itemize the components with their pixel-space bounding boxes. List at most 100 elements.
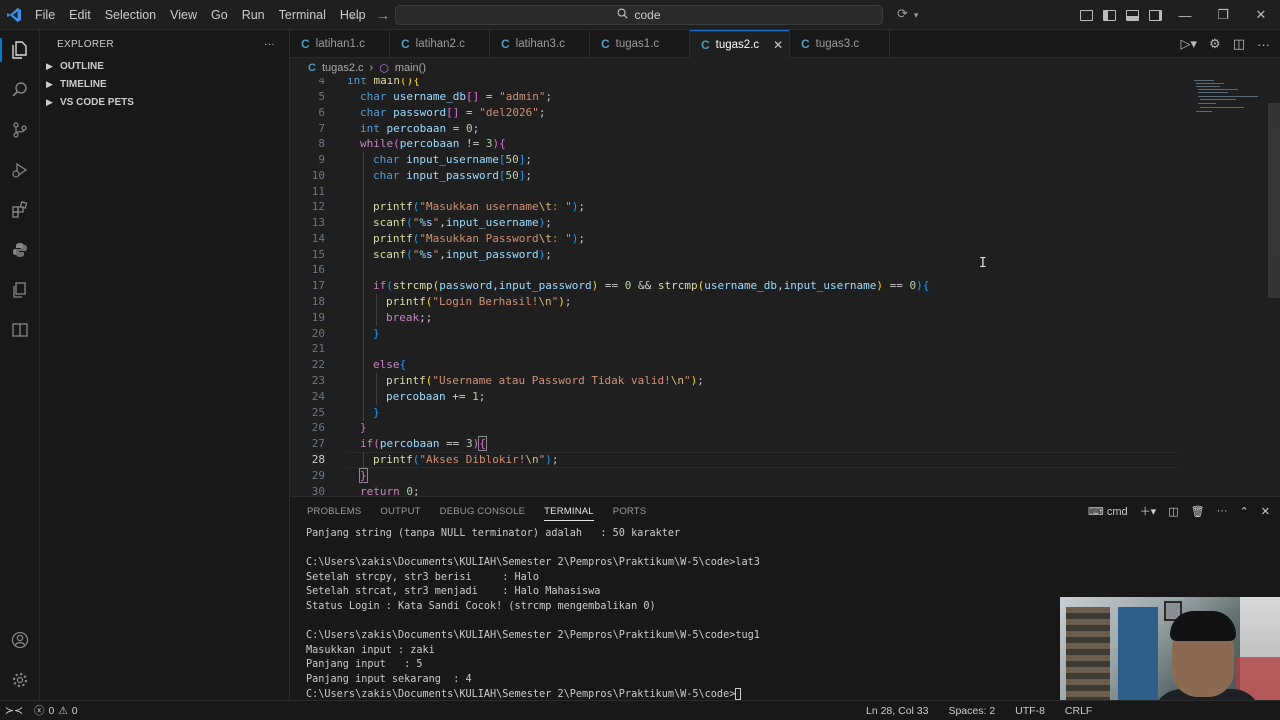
new-terminal-icon[interactable]: ＋▾ bbox=[1140, 503, 1157, 519]
tab-latihan2[interactable]: C latihan2.c bbox=[390, 30, 490, 58]
code-editor[interactable]: 4 int main(){ 5 char username_db[] = "admi… bbox=[290, 78, 1280, 496]
menu-go[interactable]: Go bbox=[204, 0, 235, 30]
back-arrow-icon[interactable]: ← bbox=[348, 7, 362, 23]
explorer-icon[interactable] bbox=[8, 38, 32, 62]
tab-label: tugas1.c bbox=[615, 38, 660, 50]
close-tab-icon[interactable]: ✕ bbox=[773, 38, 783, 52]
line-number: 7 bbox=[318, 122, 325, 135]
problems-indicator[interactable]: ⓧ 0 ⚠ 0 bbox=[34, 701, 78, 720]
code-line: 12 printf("Masukkan username\t: "); bbox=[290, 199, 1190, 215]
vscode-pets-section[interactable]: ▶ VS CODE PETS bbox=[40, 94, 289, 112]
menu-view[interactable]: View bbox=[163, 0, 204, 30]
timeline-section[interactable]: ▶ TIMELINE bbox=[40, 76, 289, 94]
customize-layout-icon[interactable] bbox=[1080, 9, 1093, 21]
terminal-line: Setelah strcpy, str3 berisi : Halo bbox=[306, 571, 540, 583]
webcam-person-hair bbox=[1170, 611, 1236, 641]
tab-label: latihan3.c bbox=[515, 38, 565, 50]
tab-tugas3[interactable]: C tugas3.c bbox=[790, 30, 890, 58]
editor-tabs: C latihan1.c C latihan2.c C latihan3.c C… bbox=[290, 30, 1280, 58]
more-actions-icon[interactable]: ··· bbox=[264, 39, 275, 50]
breadcrumb: C tugas2.c › ⬡ main() bbox=[290, 58, 1280, 78]
tab-tugas2[interactable]: C tugas2.c ✕ bbox=[690, 30, 790, 58]
menu-terminal[interactable]: Terminal bbox=[272, 0, 333, 30]
code-line: 10 char input_password[50]; bbox=[290, 168, 1190, 184]
tab-latihan3[interactable]: C latihan3.c bbox=[490, 30, 590, 58]
line-number: 8 bbox=[318, 137, 325, 150]
minimize-icon[interactable]: — bbox=[1166, 0, 1204, 30]
toggle-secondary-sidebar-icon[interactable] bbox=[1149, 9, 1162, 21]
c-file-icon: C bbox=[308, 62, 316, 74]
chevron-up-icon[interactable]: ⌃ bbox=[1240, 505, 1249, 518]
tab-problems[interactable]: PROBLEMS bbox=[307, 506, 361, 517]
code-line: 15 scanf("%s",input_password); bbox=[290, 247, 1190, 263]
active-indicator bbox=[0, 38, 2, 62]
terminal-prompt: C:\Users\zakis\Documents\KULIAH\Semester… bbox=[306, 688, 736, 700]
encoding[interactable]: UTF-8 bbox=[1015, 705, 1045, 717]
more-actions-icon[interactable]: ··· bbox=[1257, 37, 1270, 52]
close-panel-icon[interactable]: ✕ bbox=[1261, 505, 1270, 518]
run-file-icon[interactable]: ▷▾ bbox=[1181, 36, 1198, 52]
line-number: 29 bbox=[311, 469, 325, 482]
tab-label: latihan2.c bbox=[415, 38, 465, 50]
code-line: 11 bbox=[290, 184, 1190, 200]
toggle-panel-icon[interactable] bbox=[1126, 9, 1139, 21]
editor-scrollbar[interactable] bbox=[1268, 103, 1280, 298]
remote-indicator-icon[interactable]: ≻≺ bbox=[0, 701, 28, 720]
tab-tugas1[interactable]: C tugas1.c bbox=[590, 30, 690, 58]
gear-icon[interactable] bbox=[8, 668, 32, 692]
search-icon[interactable] bbox=[8, 78, 32, 102]
python-icon[interactable] bbox=[8, 238, 32, 262]
command-center-search[interactable]: code bbox=[395, 5, 883, 25]
cursor-position[interactable]: Ln 28, Col 33 bbox=[866, 705, 928, 717]
trash-icon[interactable]: 🗑 bbox=[1191, 505, 1205, 518]
close-window-icon[interactable]: ✕ bbox=[1242, 0, 1280, 30]
code-line: 23 printf("Username atau Password Tidak v… bbox=[290, 373, 1190, 389]
terminal-line: Panjang input : 5 bbox=[306, 659, 423, 671]
outline-section[interactable]: ▶ OUTLINE bbox=[40, 58, 289, 76]
restore-icon[interactable]: ❐ bbox=[1204, 0, 1242, 30]
tab-latihan1[interactable]: C latihan1.c bbox=[290, 30, 390, 58]
toggle-primary-sidebar-icon[interactable] bbox=[1103, 9, 1116, 21]
code-line: 7 int percobaan = 0; bbox=[290, 121, 1190, 137]
gear-icon[interactable]: ⚙ bbox=[1209, 36, 1221, 52]
account-icon[interactable] bbox=[8, 628, 32, 652]
terminal-shell-selector[interactable]: ⌨ cmd bbox=[1088, 505, 1128, 518]
line-number: 25 bbox=[311, 406, 325, 419]
menu-file[interactable]: File bbox=[28, 0, 62, 30]
more-actions-icon[interactable]: ··· bbox=[1217, 505, 1228, 517]
book-icon[interactable] bbox=[8, 318, 32, 342]
terminal-line: Status Login : Kata Sandi Cocok! (strcmp… bbox=[306, 600, 656, 612]
indentation[interactable]: Spaces: 2 bbox=[948, 705, 995, 717]
extensions-icon[interactable] bbox=[8, 198, 32, 222]
code-line: 22 else{ bbox=[290, 357, 1190, 373]
breadcrumb-file[interactable]: tugas2.c bbox=[322, 62, 364, 74]
minimap[interactable] bbox=[1192, 78, 1262, 118]
run-debug-icon[interactable] bbox=[8, 158, 32, 182]
split-terminal-icon[interactable]: ◫ bbox=[1168, 505, 1178, 518]
navigation-arrows: ← → bbox=[348, 0, 390, 30]
menu-bar: File Edit Selection View Go Run Terminal… bbox=[28, 0, 373, 30]
shell-name: cmd bbox=[1106, 505, 1128, 518]
source-control-icon[interactable] bbox=[8, 118, 32, 142]
tab-debug-console[interactable]: DEBUG CONSOLE bbox=[440, 506, 525, 517]
c-file-icon: C bbox=[801, 37, 810, 51]
tab-ports[interactable]: PORTS bbox=[613, 506, 647, 517]
line-ending[interactable]: CRLF bbox=[1065, 705, 1092, 717]
menu-run[interactable]: Run bbox=[235, 0, 272, 30]
tab-output[interactable]: OUTPUT bbox=[380, 506, 420, 517]
code-line: 26} bbox=[290, 420, 1190, 436]
breadcrumb-symbol[interactable]: main() bbox=[395, 62, 426, 74]
forward-arrow-icon[interactable]: → bbox=[376, 7, 390, 23]
split-editor-icon[interactable]: ◫ bbox=[1233, 36, 1245, 52]
code-line: 30 return 0; bbox=[290, 484, 1190, 496]
copy-files-icon[interactable] bbox=[8, 278, 32, 302]
copilot-menu[interactable]: ⟳ ▾ bbox=[897, 6, 918, 24]
c-file-icon: C bbox=[701, 37, 710, 52]
terminal-output[interactable]: Panjang string (tanpa NULL terminator) a… bbox=[306, 527, 1066, 702]
menu-edit[interactable]: Edit bbox=[62, 0, 98, 30]
tab-terminal[interactable]: TERMINAL bbox=[544, 502, 594, 521]
code-line: 13 scanf("%s",input_username); bbox=[290, 215, 1190, 231]
menu-selection[interactable]: Selection bbox=[98, 0, 163, 30]
line-number: 10 bbox=[311, 169, 325, 182]
